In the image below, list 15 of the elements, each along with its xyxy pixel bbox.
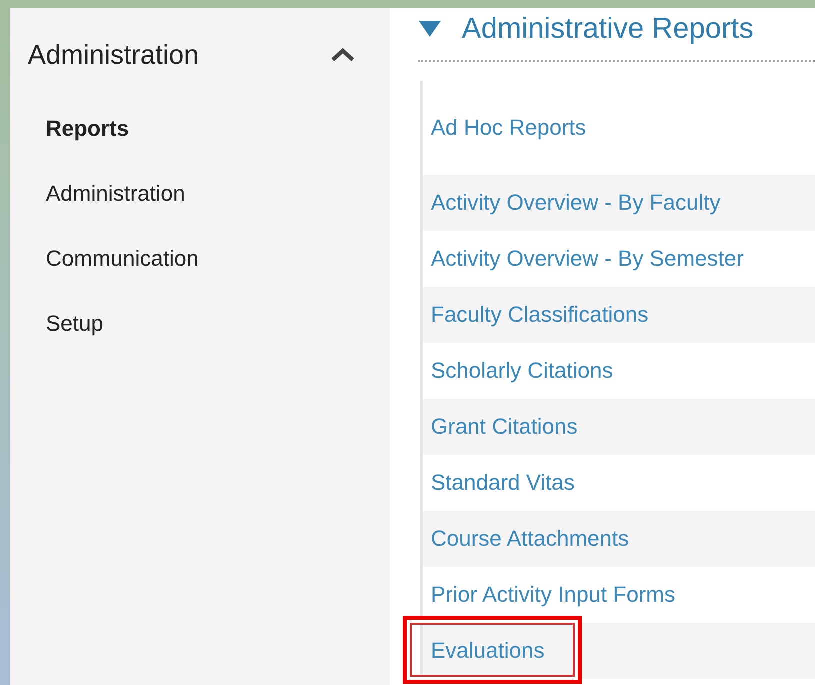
chevron-up-icon[interactable] [330, 47, 356, 63]
triangle-down-icon[interactable] [418, 20, 442, 38]
report-link[interactable]: Evaluations [431, 638, 545, 664]
report-link[interactable]: Ad Hoc Reports [431, 115, 586, 141]
report-link[interactable]: Grant Citations [431, 414, 578, 440]
report-link[interactable]: Scholarly Citations [431, 358, 614, 384]
sidebar-item[interactable]: Administration [46, 161, 390, 226]
report-link[interactable]: Activity Overview - By Semester [431, 246, 744, 272]
report-link[interactable]: Standard Vitas [431, 470, 575, 496]
report-link[interactable]: Prior Activity Input Forms [431, 582, 676, 608]
sidebar-title: Administration [28, 40, 200, 70]
sidebar-item[interactable]: Communication [46, 226, 390, 291]
sidebar-item[interactable]: Reports [46, 96, 390, 161]
sidebar-item[interactable]: Setup [46, 291, 390, 356]
section-title: Administrative Reports [462, 12, 754, 46]
